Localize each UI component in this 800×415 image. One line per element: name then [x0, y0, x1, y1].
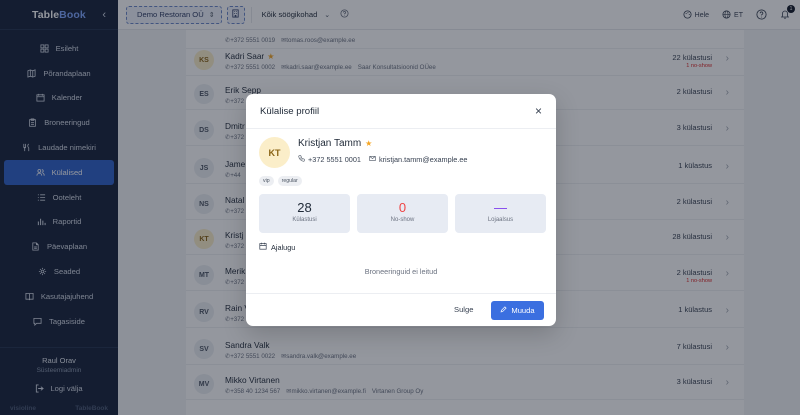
profile-email-text: kristjan.tamm@example.ee: [378, 155, 468, 164]
mail-icon: [369, 155, 376, 164]
stat-visits-value: 28: [297, 200, 312, 215]
phone-icon: [298, 155, 305, 164]
history-title: Ajalugu: [271, 242, 296, 252]
stats-row: 28 Külastusi 0 No-show — Lojaalsus: [259, 194, 546, 233]
stat-visits-label: Külastusi: [292, 217, 317, 223]
calendar-icon: [259, 242, 267, 252]
edit-button-label: Muuda: [511, 306, 535, 315]
close-button[interactable]: Sulge: [454, 305, 473, 314]
empty-state: Broneeringuid ei leitud: [364, 267, 438, 276]
modal-footer: Sulge Muuda: [246, 293, 556, 326]
stat-noshow-value: 0: [398, 200, 407, 215]
star-icon: ★: [365, 139, 373, 148]
history-heading: Ajalugu: [259, 242, 295, 252]
profile-contacts: +372 5551 0001 kristjan.tamm@example.ee: [298, 155, 467, 164]
edit-button[interactable]: Muuda: [491, 301, 544, 320]
pencil-icon: [500, 306, 507, 315]
profile-name-row: Kristjan Tamm ★: [298, 138, 372, 149]
modal-title: Külalise profiil: [260, 105, 320, 117]
profile-name: Kristjan Tamm: [298, 138, 362, 149]
avatar: KT: [259, 137, 290, 168]
stat-loyalty-label: Lojaalsus: [487, 217, 514, 223]
tag-regular: regular: [277, 176, 302, 186]
profile-phone-text: +372 5551 0001: [308, 155, 361, 164]
tag-vip: vip: [259, 176, 274, 186]
guest-profile-modal: Külalise profiil × KT Kristjan Tamm ★ +3…: [246, 94, 556, 326]
profile-email[interactable]: kristjan.tamm@example.ee: [369, 155, 468, 164]
stat-noshow-label: No-show: [390, 217, 415, 223]
stat-noshow: 0 No-show: [357, 194, 448, 233]
tag-list: vip regular: [259, 176, 302, 186]
stat-loyalty-value: —: [494, 200, 507, 215]
stat-visits: 28 Külastusi: [259, 194, 350, 233]
close-icon[interactable]: ×: [535, 105, 542, 117]
profile-phone[interactable]: +372 5551 0001: [298, 155, 361, 164]
modal-header: Külalise profiil ×: [246, 94, 556, 129]
stat-loyalty: — Lojaalsus: [455, 194, 546, 233]
